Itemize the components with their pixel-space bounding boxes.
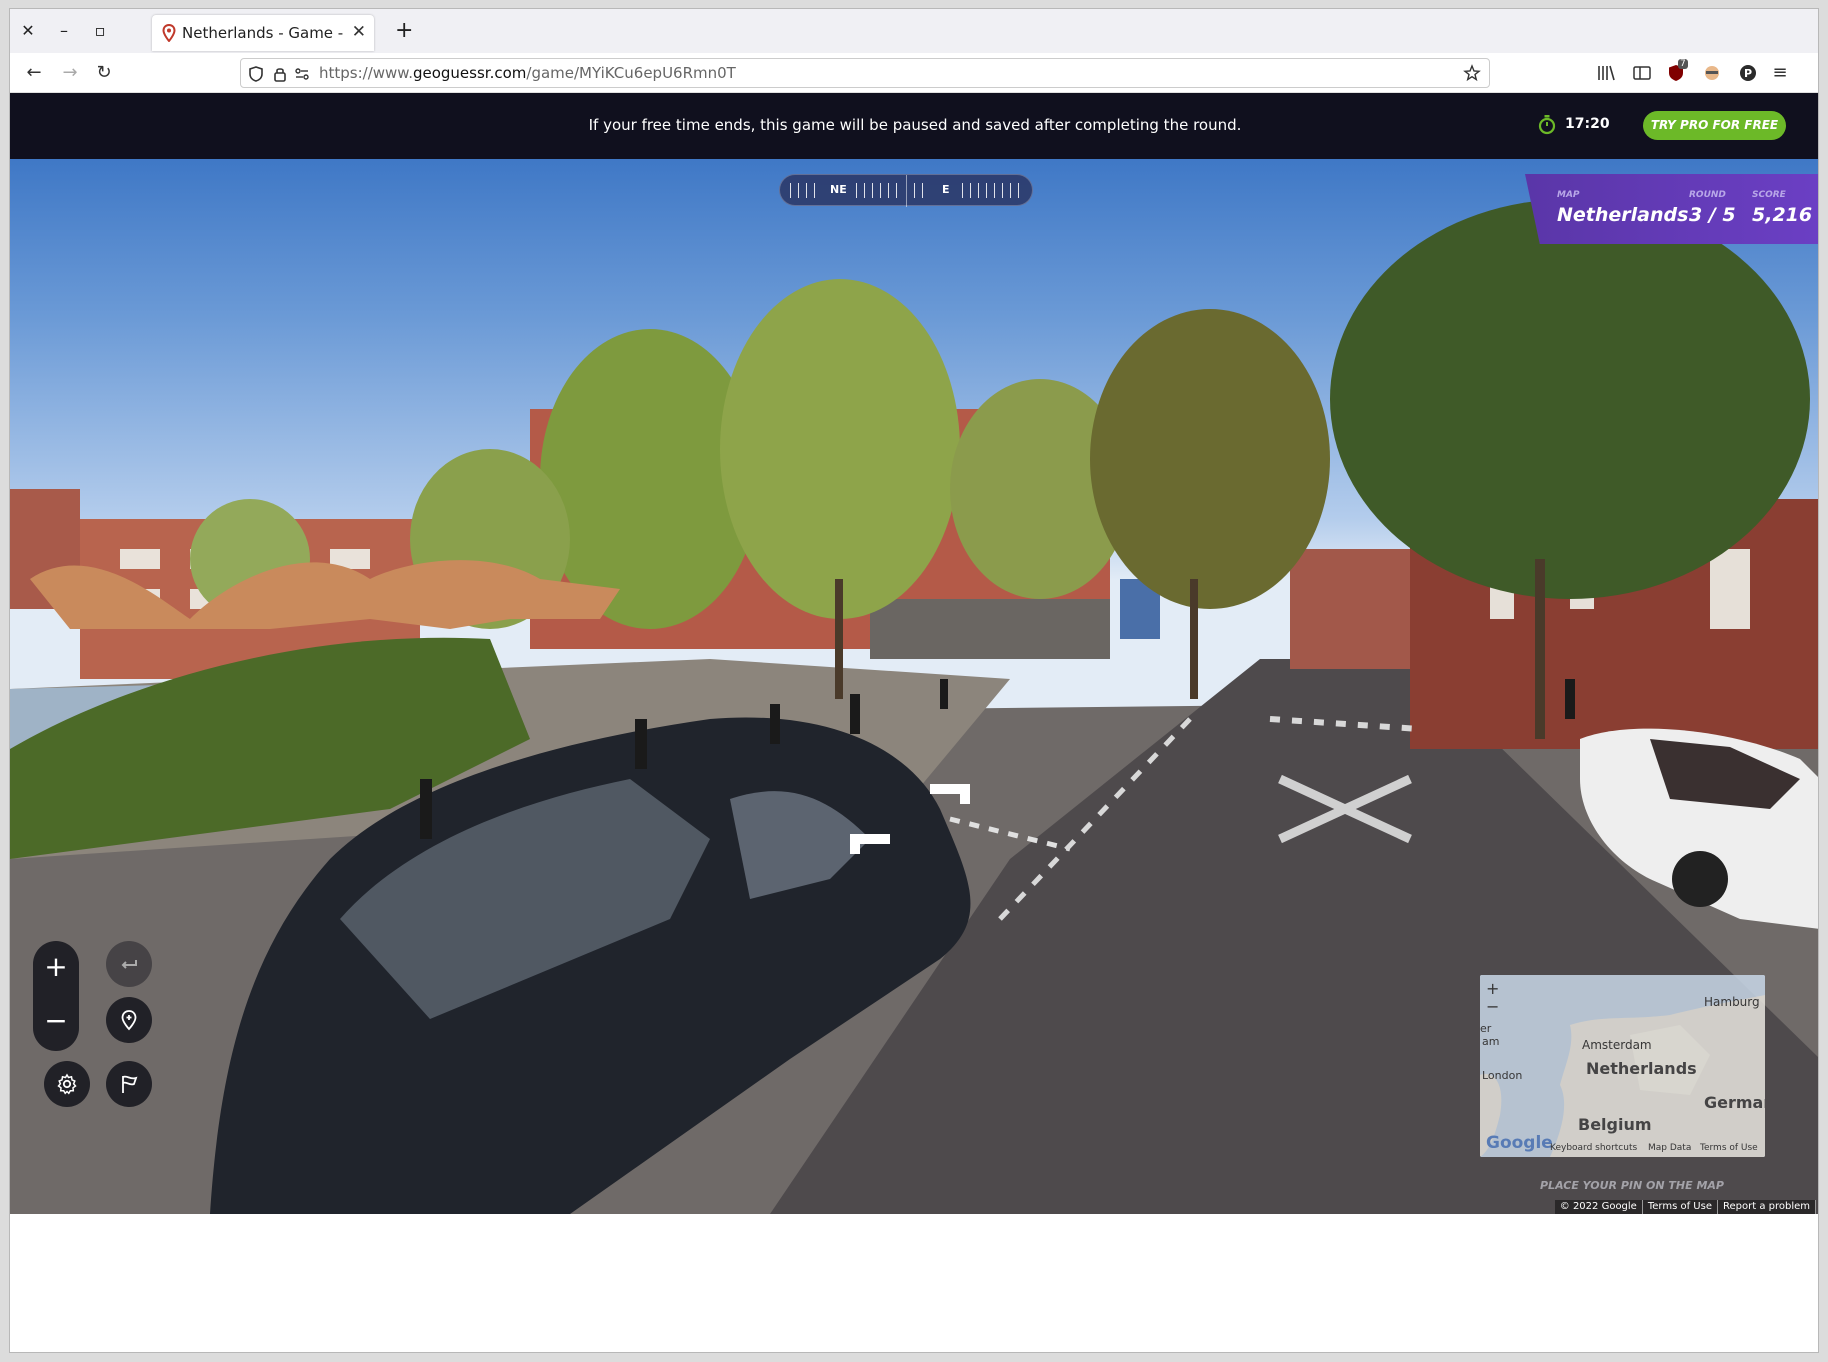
minimap-label-netherlands: Netherlands [1586,1059,1697,1078]
compass-label-ne: NE [830,183,847,196]
return-to-start-button[interactable] [106,997,152,1043]
pocket-icon[interactable]: P [1738,63,1758,83]
guess-minimap[interactable]: + − Hamburg Amsterdam Netherlands London… [1480,975,1765,1157]
maximize-window-icon[interactable]: ▫ [90,21,110,41]
score-value: 5,216 [1752,204,1813,226]
map-label: MAP [1557,190,1580,200]
street-view-panorama[interactable]: NE E MAP Netherlands ROUND 3 / 5 SCORE 5… [10,159,1818,1214]
compass-label-e: E [942,183,950,196]
minimap-zoom-in[interactable]: + [1486,979,1499,998]
reload-icon[interactable]: ↻ [92,61,116,85]
ublock-extension-icon[interactable]: 7 [1666,59,1690,85]
url-text: https://www.geoguessr.com/game/MYiKCu6ep… [319,64,736,82]
url-prefix: https://www. [319,64,413,82]
sidebar-icon[interactable] [1632,63,1652,83]
svg-text:P: P [1744,67,1752,80]
minimap-label-belgium: Belgium [1578,1115,1652,1134]
close-tab-icon[interactable]: ✕ [352,22,366,42]
copyright-text: © 2022 Google [1555,1200,1643,1214]
place-pin-hint: PLACE YOUR PIN ON THE MAP [1540,1179,1724,1192]
minimap-label-london: London [1482,1069,1523,1082]
location-pin-icon [121,1010,137,1031]
page-viewport: If your free time ends, this game will b… [10,93,1818,1352]
minimap-label-er: er [1480,1022,1492,1035]
report-problem-link[interactable]: Report a problem [1718,1200,1816,1214]
round-value: 3 / 5 [1689,204,1736,226]
nav-bar: ← → ↻ https://www.geoguessr.com/game/MYi… [10,53,1818,93]
bookmark-star-icon[interactable] [1463,64,1481,82]
round-label: ROUND [1689,190,1726,200]
extension-badge: 7 [1678,59,1688,69]
compass: NE E [779,174,1033,207]
forward-icon[interactable]: → [58,61,82,85]
url-path: /game/MYiKCu6epU6Rmn0T [526,64,736,82]
map-pin-icon [162,24,176,42]
gear-icon [57,1073,77,1095]
minimap-label-german: German [1704,1093,1765,1112]
browser-window: ✕ – ▫ Netherlands - Game - Ge ✕ + ← → ↻ [9,8,1819,1353]
minimap-footer-terms[interactable]: Terms of Use [1700,1143,1758,1153]
back-icon[interactable]: ← [22,61,46,85]
lock-icon[interactable] [271,65,289,83]
minimap-label-hamburg: Hamburg [1704,995,1760,1009]
minimap-label-amsterdam: Amsterdam [1582,1038,1652,1052]
minimize-window-icon[interactable]: – [54,21,74,41]
tab-title: Netherlands - Game - Ge [182,24,346,42]
url-bar[interactable]: https://www.geoguessr.com/game/MYiKCu6ep… [240,58,1490,88]
stopwatch-icon [1538,115,1556,135]
tab-bar: ✕ – ▫ Netherlands - Game - Ge ✕ + [10,9,1818,53]
zoom-in-button[interactable]: + [33,945,79,991]
terms-link[interactable]: Terms of Use [1643,1200,1718,1214]
url-host: geoguessr.com [412,64,527,82]
streetview-footer: © 2022 Google Terms of Use Report a prob… [1554,1200,1816,1214]
zoom-out-button[interactable]: − [33,999,79,1045]
map-value: Netherlands [1557,204,1689,226]
try-pro-button[interactable]: TRY PRO FOR FREE [1643,111,1786,140]
new-tab-icon[interactable]: + [395,18,413,43]
minimap-label-am: am [1482,1035,1500,1048]
undo-move-button[interactable] [106,941,152,987]
timer-value: 17:20 [1565,116,1610,132]
game-status-panel: MAP Netherlands ROUND 3 / 5 SCORE 5,216 [1525,174,1818,244]
tab-geoguessr[interactable]: Netherlands - Game - Ge ✕ [152,15,374,51]
library-icon[interactable] [1596,63,1616,83]
undo-arrow-icon [121,960,137,969]
minimap-footer-mapdata[interactable]: Map Data [1648,1143,1691,1153]
promo-banner: If your free time ends, this game will b… [10,93,1818,159]
google-logo: Google [1486,1133,1553,1153]
minimap-footer-shortcuts[interactable]: Keyboard shortcuts [1550,1143,1637,1153]
menu-icon[interactable]: ≡ [1768,61,1792,85]
zoom-control-group: + − [33,941,79,1051]
flag-icon [122,1075,138,1093]
minimap-zoom-out[interactable]: − [1486,997,1499,1016]
close-window-icon[interactable]: ✕ [18,21,38,41]
permissions-icon[interactable] [293,65,311,83]
score-label: SCORE [1752,190,1786,200]
extension-face-icon[interactable] [1702,63,1722,83]
report-flag-button[interactable] [106,1061,152,1107]
settings-button[interactable] [44,1061,90,1107]
shield-icon[interactable] [247,65,265,83]
